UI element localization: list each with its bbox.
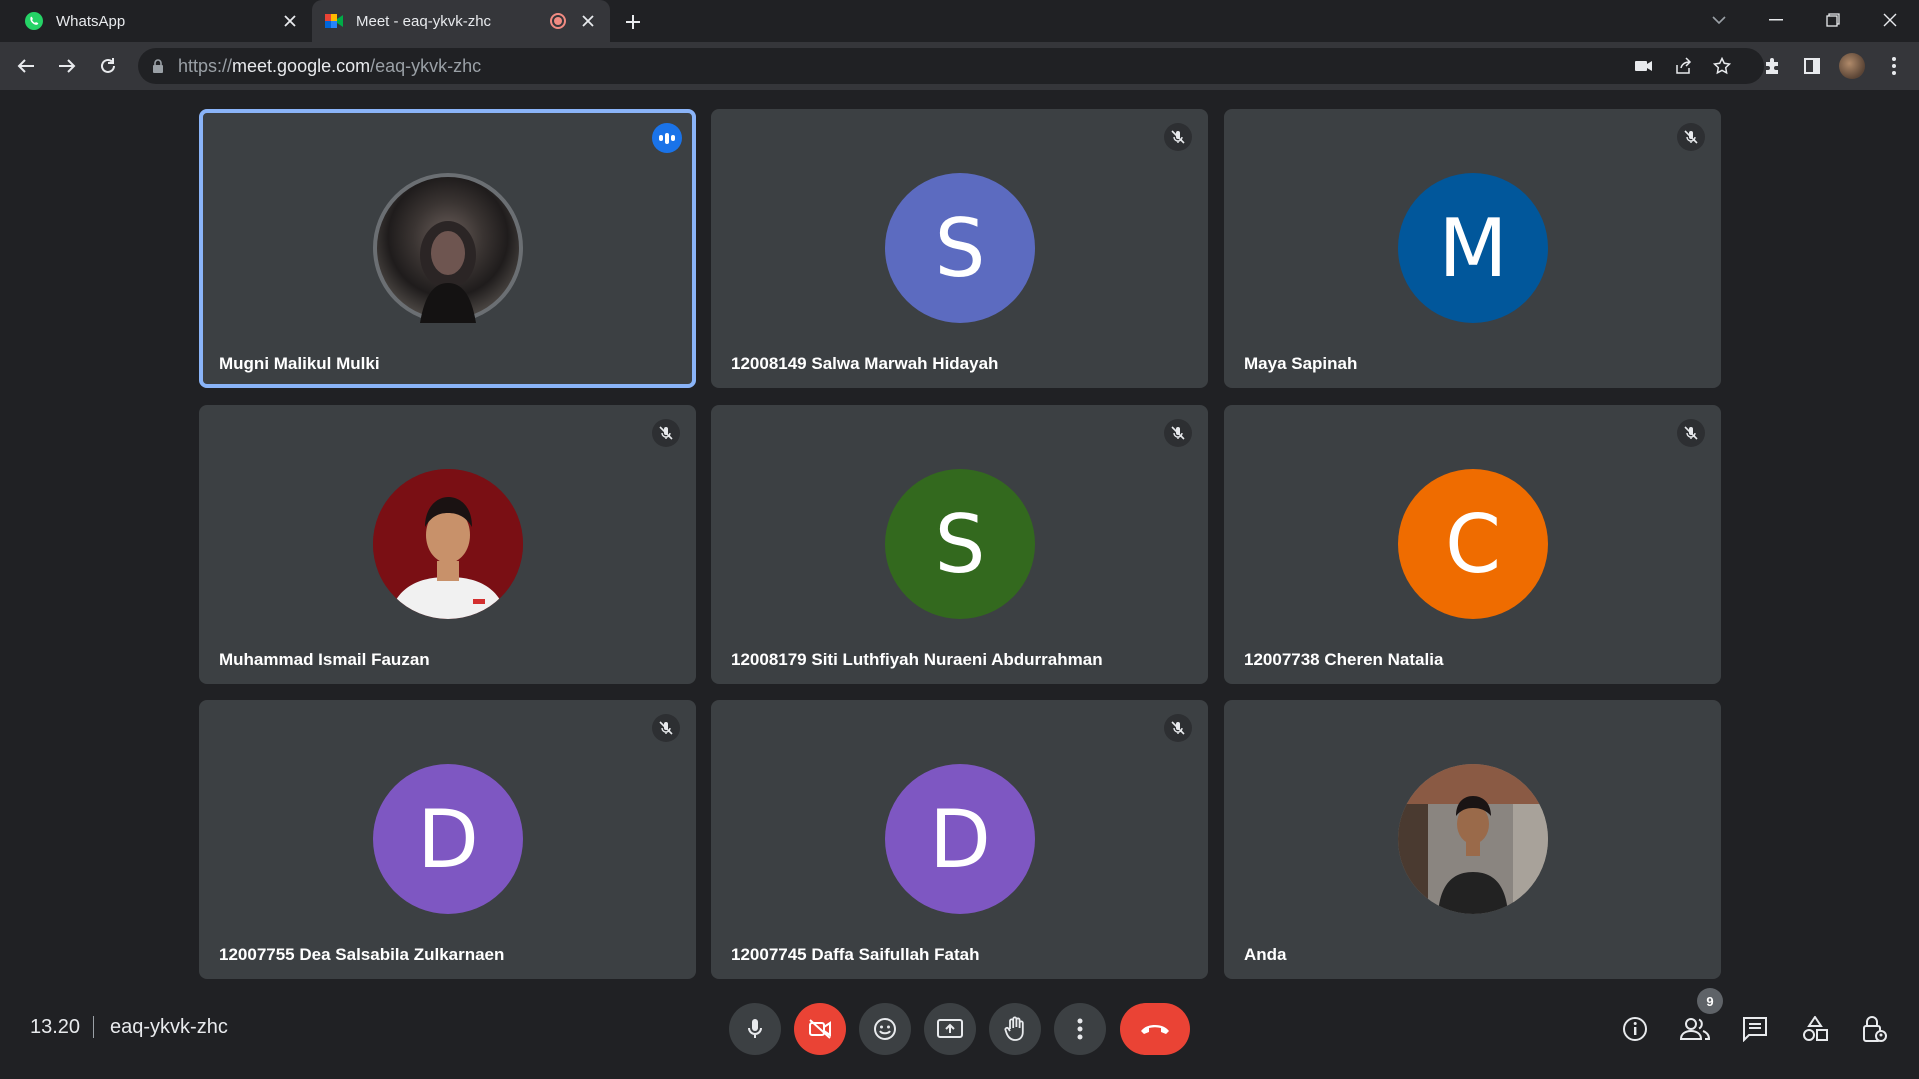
reactions-button[interactable] — [859, 1003, 911, 1055]
close-window-icon[interactable] — [1870, 0, 1910, 40]
participant-name: 12008179 Siti Luthfiyah Nuraeni Abdurrah… — [731, 650, 1103, 669]
participant-name: Anda — [1244, 945, 1287, 964]
camera-off-icon — [809, 1019, 831, 1039]
participant-name: Muhammad Ismail Fauzan — [219, 650, 430, 669]
tab-search-icon[interactable] — [1699, 0, 1739, 40]
participant-name: 12007755 Dea Salsabila Zulkarnaen — [219, 945, 505, 964]
url-scheme: https:// — [178, 55, 233, 76]
leave-call-button[interactable] — [1120, 1003, 1190, 1055]
participant-initial-avatar: S — [885, 469, 1035, 619]
participant-tile[interactable]: D 12007745 Daffa Saifullah Fatah — [711, 700, 1208, 979]
close-tab-icon[interactable] — [576, 9, 600, 33]
chat-icon — [1743, 1017, 1767, 1042]
close-tab-icon[interactable] — [278, 9, 302, 33]
participant-tile[interactable]: Anda — [1224, 700, 1721, 979]
participant-initial-avatar: D — [885, 764, 1035, 914]
tab-title: Meet - eaq-ykvk-zhc — [356, 12, 492, 30]
mic-off-icon — [1164, 123, 1192, 151]
browser-menu-icon[interactable] — [1878, 50, 1910, 82]
browser-tab-strip: WhatsApp Meet - eaq-ykvk-zhc — [0, 0, 1919, 42]
lock-icon[interactable] — [152, 59, 164, 73]
people-icon — [1680, 1018, 1710, 1040]
emoji-icon — [874, 1018, 896, 1040]
mic-off-icon — [1164, 419, 1192, 447]
bookmark-star-icon[interactable] — [1708, 52, 1736, 80]
microphone-button[interactable] — [729, 1003, 781, 1055]
host-controls-button[interactable] — [1855, 1009, 1895, 1049]
participant-tile[interactable]: S 12008149 Salwa Marwah Hidayah — [711, 109, 1208, 388]
people-count-badge: 9 — [1697, 988, 1723, 1014]
google-meet-icon — [324, 11, 344, 31]
camera-off-button[interactable] — [794, 1003, 846, 1055]
divider — [93, 1016, 94, 1038]
microphone-icon — [748, 1019, 762, 1038]
mic-off-icon — [1677, 123, 1705, 151]
tab-meet[interactable]: Meet - eaq-ykvk-zhc — [312, 0, 610, 42]
participant-tile[interactable]: Muhammad Ismail Fauzan — [199, 405, 696, 684]
tab-whatsapp[interactable]: WhatsApp — [12, 0, 312, 42]
extensions-puzzle-icon[interactable] — [1756, 50, 1788, 82]
whatsapp-icon — [24, 11, 44, 31]
participant-tile[interactable]: C 12007738 Cheren Natalia — [1224, 405, 1721, 684]
minimize-icon[interactable] — [1756, 0, 1796, 40]
participant-initial-avatar: M — [1398, 173, 1548, 323]
activities-shapes-icon — [1803, 1016, 1828, 1041]
meeting-clock: 13.20 — [30, 1016, 81, 1038]
participant-tile[interactable]: D 12007755 Dea Salsabila Zulkarnaen — [199, 700, 696, 979]
recording-indicator-icon — [550, 13, 566, 29]
more-options-button[interactable] — [1054, 1003, 1106, 1055]
participant-initial-avatar: S — [885, 173, 1035, 323]
participant-name: 12007745 Daffa Saifullah Fatah — [731, 945, 980, 964]
speaking-indicator-icon — [652, 123, 682, 153]
profile-avatar[interactable] — [1836, 50, 1868, 82]
participant-initial-avatar: D — [373, 764, 523, 914]
people-button[interactable] — [1675, 1009, 1715, 1049]
present-screen-icon — [937, 1019, 963, 1038]
participant-name: 12008149 Salwa Marwah Hidayah — [731, 354, 999, 373]
address-bar[interactable]: https://meet.google.com/eaq-ykvk-zhc — [138, 48, 1764, 84]
meeting-code: eaq-ykvk-zhc — [110, 1016, 228, 1038]
participant-name: Maya Sapinah — [1244, 354, 1358, 373]
raise-hand-icon — [1004, 1016, 1024, 1041]
mic-off-icon — [1677, 419, 1705, 447]
browser-toolbar: https://meet.google.com/eaq-ykvk-zhc — [0, 42, 1919, 90]
reload-icon[interactable] — [92, 50, 124, 82]
restore-icon[interactable] — [1813, 0, 1853, 40]
participant-photo-avatar — [373, 469, 523, 619]
chat-button[interactable] — [1735, 1009, 1775, 1049]
forward-arrow-icon[interactable] — [51, 50, 83, 82]
mic-off-icon — [652, 714, 680, 742]
mic-off-icon — [1164, 714, 1192, 742]
back-arrow-icon[interactable] — [10, 50, 42, 82]
meeting-details-button[interactable] — [1615, 1009, 1655, 1049]
camera-in-use-icon[interactable] — [1630, 52, 1658, 80]
raise-hand-button[interactable] — [989, 1003, 1041, 1055]
participant-name: 12007738 Cheren Natalia — [1244, 650, 1444, 669]
share-icon[interactable] — [1669, 52, 1697, 80]
present-screen-button[interactable] — [924, 1003, 976, 1055]
url-path: /eaq-ykvk-zhc — [370, 55, 482, 76]
more-vert-icon — [1077, 1018, 1083, 1040]
participant-tile[interactable]: S 12008179 Siti Luthfiyah Nuraeni Abdurr… — [711, 405, 1208, 684]
mic-off-icon — [652, 419, 680, 447]
activities-button[interactable] — [1795, 1009, 1835, 1049]
tab-title: WhatsApp — [56, 12, 126, 30]
participant-tile[interactable]: Mugni Malikul Mulki — [199, 109, 696, 388]
participant-name: Mugni Malikul Mulki — [219, 354, 380, 373]
meeting-grid: Mugni Malikul Mulki S 12008149 Salwa Mar… — [0, 90, 1919, 1079]
participant-photo-avatar — [1398, 764, 1548, 914]
url-host: meet.google.com — [232, 55, 371, 76]
participant-initial-avatar: C — [1398, 469, 1548, 619]
host-lock-icon — [1863, 1016, 1887, 1042]
new-tab-button[interactable] — [620, 9, 646, 35]
participant-tile[interactable]: M Maya Sapinah — [1224, 109, 1721, 388]
hang-up-icon — [1141, 1025, 1169, 1034]
side-panel-icon[interactable] — [1796, 50, 1828, 82]
info-icon — [1623, 1017, 1647, 1041]
participant-photo-avatar — [373, 173, 523, 323]
